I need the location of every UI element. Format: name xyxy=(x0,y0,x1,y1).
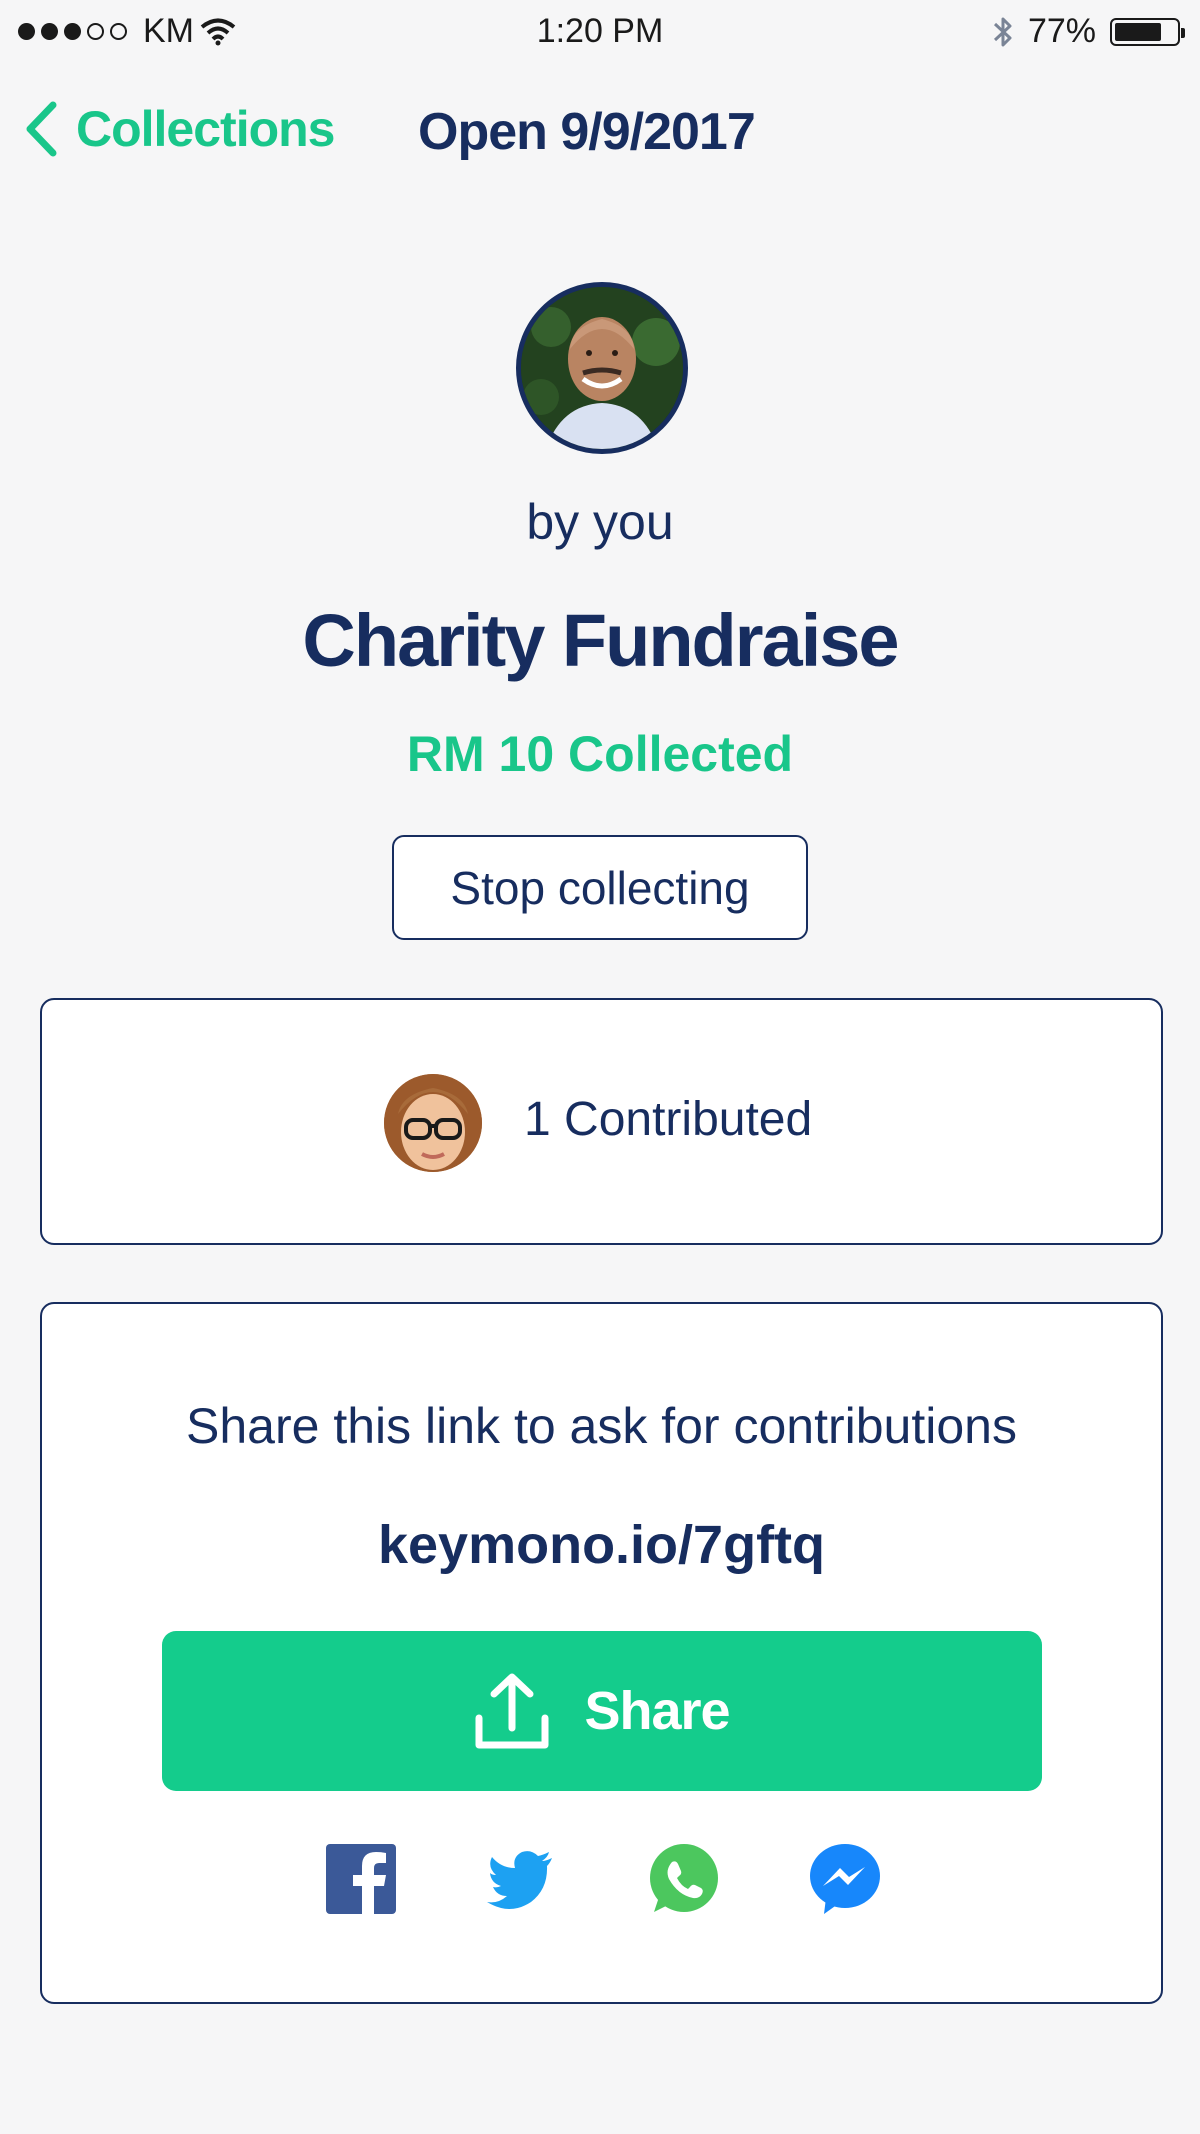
share-link[interactable]: keymono.io/7gftq xyxy=(42,1514,1161,1576)
share-button[interactable]: Share xyxy=(162,1631,1042,1791)
page-title: Open 9/9/2017 xyxy=(418,103,756,161)
status-bar: KM 1:20 PM 77% xyxy=(0,0,1200,64)
contributed-count: 1 Contributed xyxy=(524,1093,813,1146)
owner-photo xyxy=(521,287,683,449)
contributor-avatar xyxy=(384,1074,482,1172)
bluetooth-icon xyxy=(993,17,1012,46)
owner-label: by you xyxy=(526,494,674,550)
messenger-icon[interactable] xyxy=(808,1842,882,1916)
whatsapp-icon[interactable] xyxy=(646,1842,720,1916)
contributors-card[interactable]: 1 Contributed xyxy=(40,998,1163,1245)
share-prompt: Share this link to ask for contributions xyxy=(186,1398,1017,1454)
nav-bar: Collections Open 9/9/2017 xyxy=(0,100,1200,170)
status-right: 77% xyxy=(992,12,1185,51)
battery-icon xyxy=(1110,17,1185,46)
contributor-photo xyxy=(384,1074,482,1172)
stop-collecting-button[interactable]: Stop collecting xyxy=(392,835,808,940)
share-card: Share this link to ask for contributions… xyxy=(40,1302,1163,2004)
owner-avatar xyxy=(516,282,688,454)
back-label: Collections xyxy=(76,101,335,157)
chevron-left-icon xyxy=(26,101,57,157)
battery-tip xyxy=(1181,27,1185,38)
collected-amount: RM 10 Collected xyxy=(406,726,794,782)
collection-title: Charity Fundraise xyxy=(302,599,899,682)
share-button-label: Share xyxy=(584,1681,730,1741)
battery-percent: 77% xyxy=(1027,12,1096,50)
twitter-icon[interactable] xyxy=(484,1842,558,1916)
back-button[interactable]: Collections xyxy=(24,100,335,158)
social-share-row xyxy=(42,1842,1161,1922)
battery-level xyxy=(1115,22,1162,41)
facebook-icon[interactable] xyxy=(324,1842,398,1916)
share-upload-icon xyxy=(475,1673,549,1749)
